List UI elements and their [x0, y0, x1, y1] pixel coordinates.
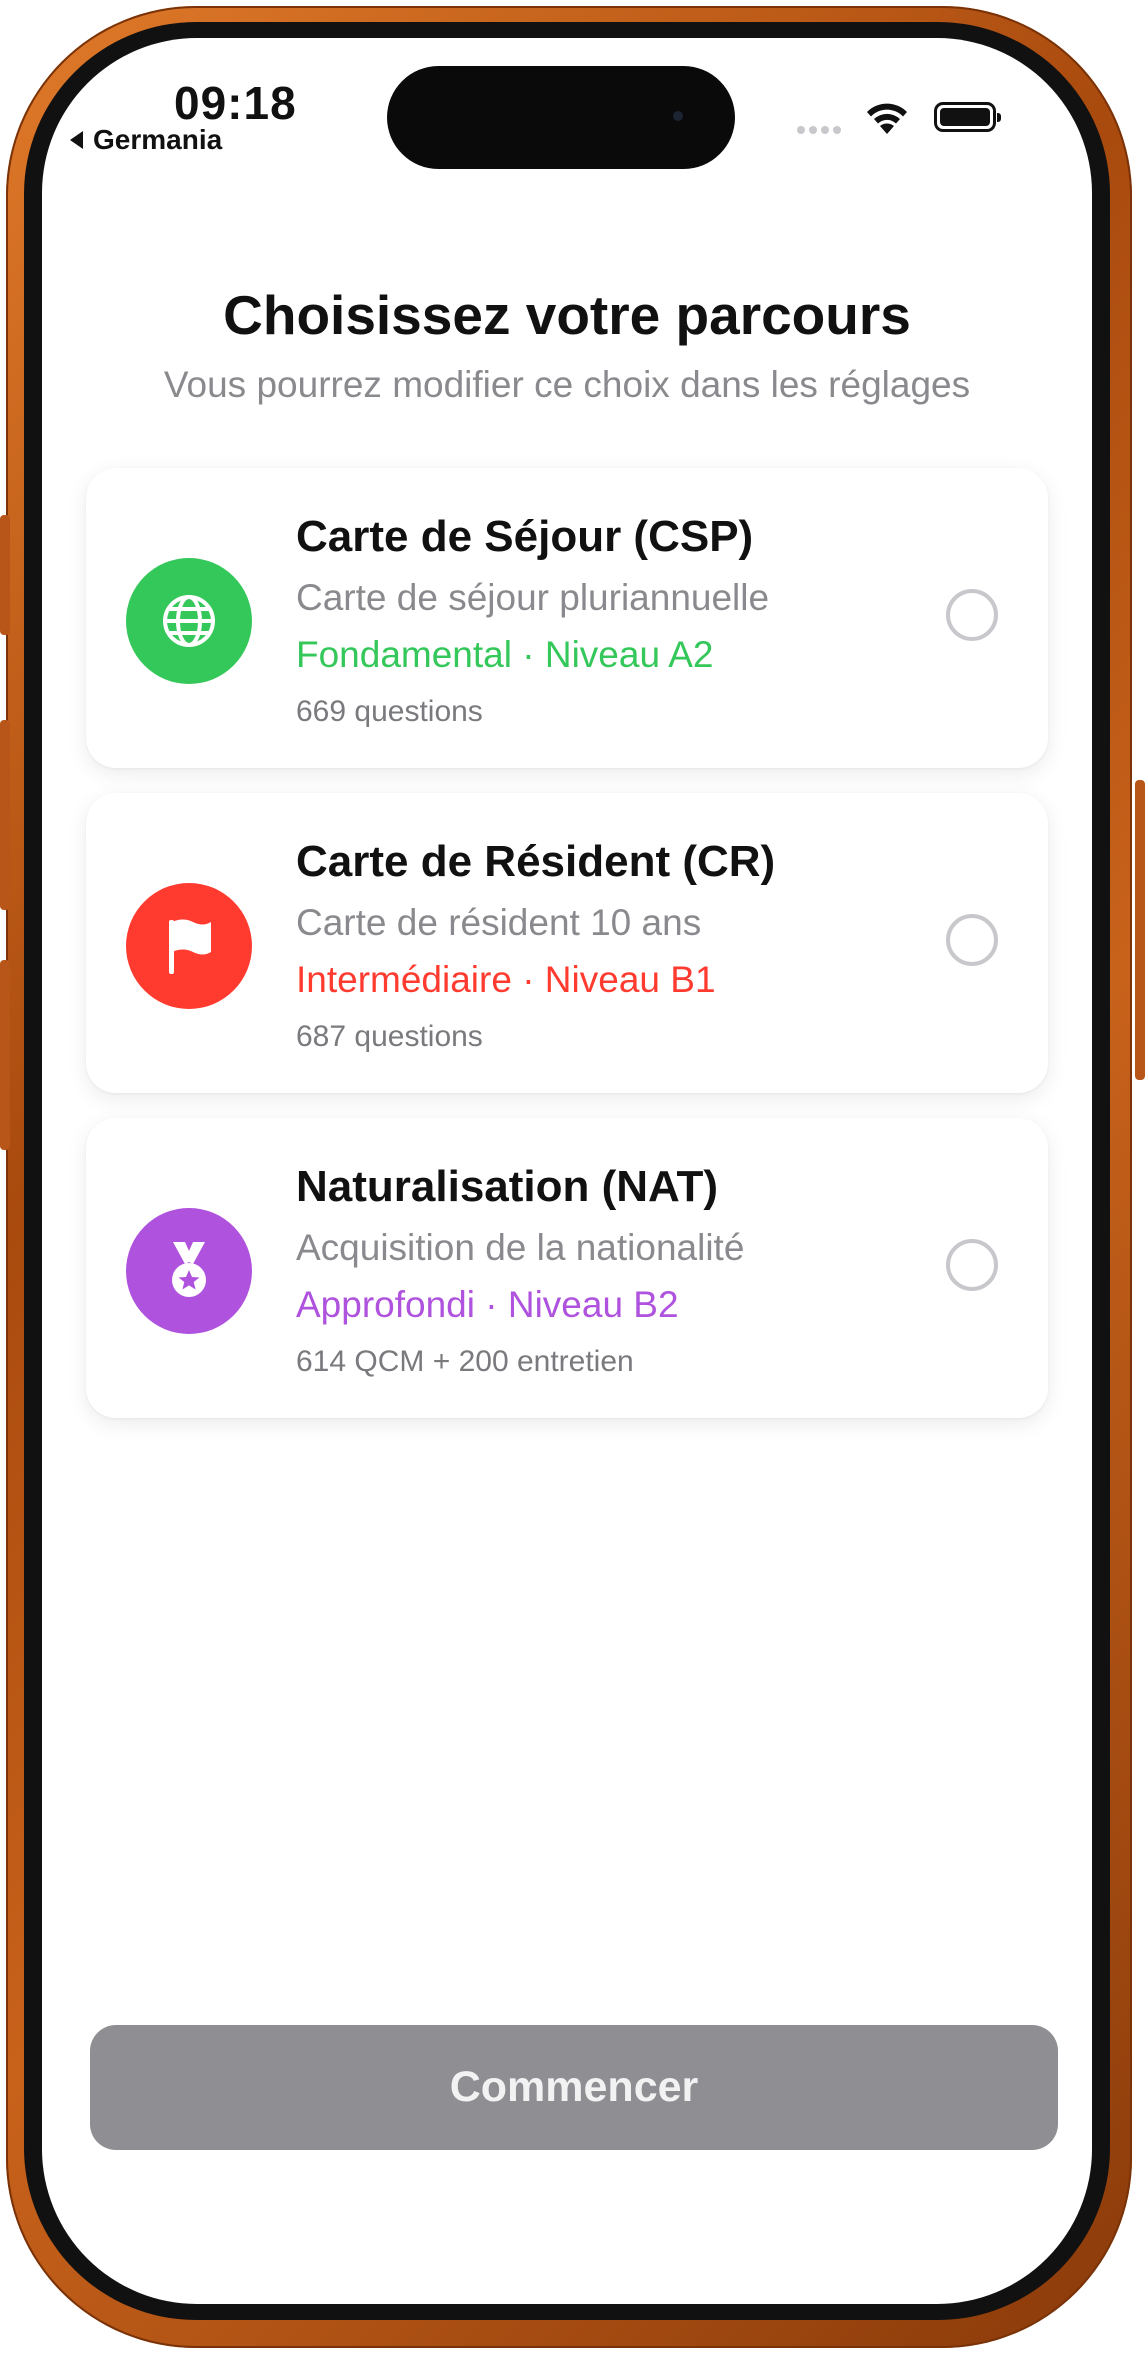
side-button-left-top: [0, 515, 10, 635]
option-question-count: 669 questions: [296, 695, 483, 728]
option-name: Carte de Séjour (CSP): [296, 512, 754, 561]
path-option-csp[interactable]: Carte de Séjour (CSP) Carte de séjour pl…: [86, 468, 1048, 768]
globe-icon: [163, 595, 215, 647]
screen: 09:18 Germania Choisissez votre parcours…: [42, 38, 1092, 2304]
option-question-count: 614 QCM + 200 entretien: [296, 1345, 634, 1378]
dynamic-island: [387, 66, 735, 169]
option-name: Naturalisation (NAT): [296, 1162, 719, 1211]
option-description: Carte de résident 10 ans: [296, 902, 702, 943]
back-to-app-link[interactable]: Germania: [70, 124, 222, 156]
cellular-signal-icon: [797, 126, 841, 134]
start-button[interactable]: Commencer: [90, 2025, 1058, 2150]
option-radio[interactable]: [946, 589, 998, 641]
side-button-left-mid: [0, 720, 10, 910]
back-arrow-icon: [70, 131, 83, 149]
path-option-nat[interactable]: Naturalisation (NAT) Acquisition de la n…: [86, 1118, 1048, 1418]
side-button-left-bottom: [0, 960, 10, 1150]
option-icon-circle: [126, 1208, 252, 1334]
back-app-label: Germania: [93, 124, 223, 155]
option-level: Intermédiaire · Niveau B1: [296, 959, 716, 1000]
status-time: 09:18: [174, 77, 297, 129]
page-title: Choisissez votre parcours: [223, 284, 911, 346]
option-icon-circle: [126, 883, 252, 1009]
wifi-icon: [867, 103, 907, 134]
flag-icon: [169, 919, 211, 974]
medal-icon: [172, 1242, 206, 1297]
option-level: Approfondi · Niveau B2: [296, 1284, 679, 1325]
option-level: Fondamental · Niveau A2: [296, 634, 714, 675]
side-button-right: [1135, 780, 1145, 1080]
option-radio[interactable]: [946, 914, 998, 966]
option-radio[interactable]: [946, 1239, 998, 1291]
option-icon-circle: [126, 558, 252, 684]
page-subtitle: Vous pourrez modifier ce choix dans les …: [163, 364, 971, 405]
path-option-cr[interactable]: Carte de Résident (CR) Carte de résident…: [86, 793, 1048, 1093]
option-description: Acquisition de la nationalité: [296, 1227, 745, 1268]
option-name: Carte de Résident (CR): [296, 837, 776, 886]
camera-icon: [673, 111, 683, 121]
option-question-count: 687 questions: [296, 1020, 483, 1053]
option-description: Carte de séjour pluriannuelle: [296, 577, 770, 618]
battery-icon: [934, 102, 1001, 132]
